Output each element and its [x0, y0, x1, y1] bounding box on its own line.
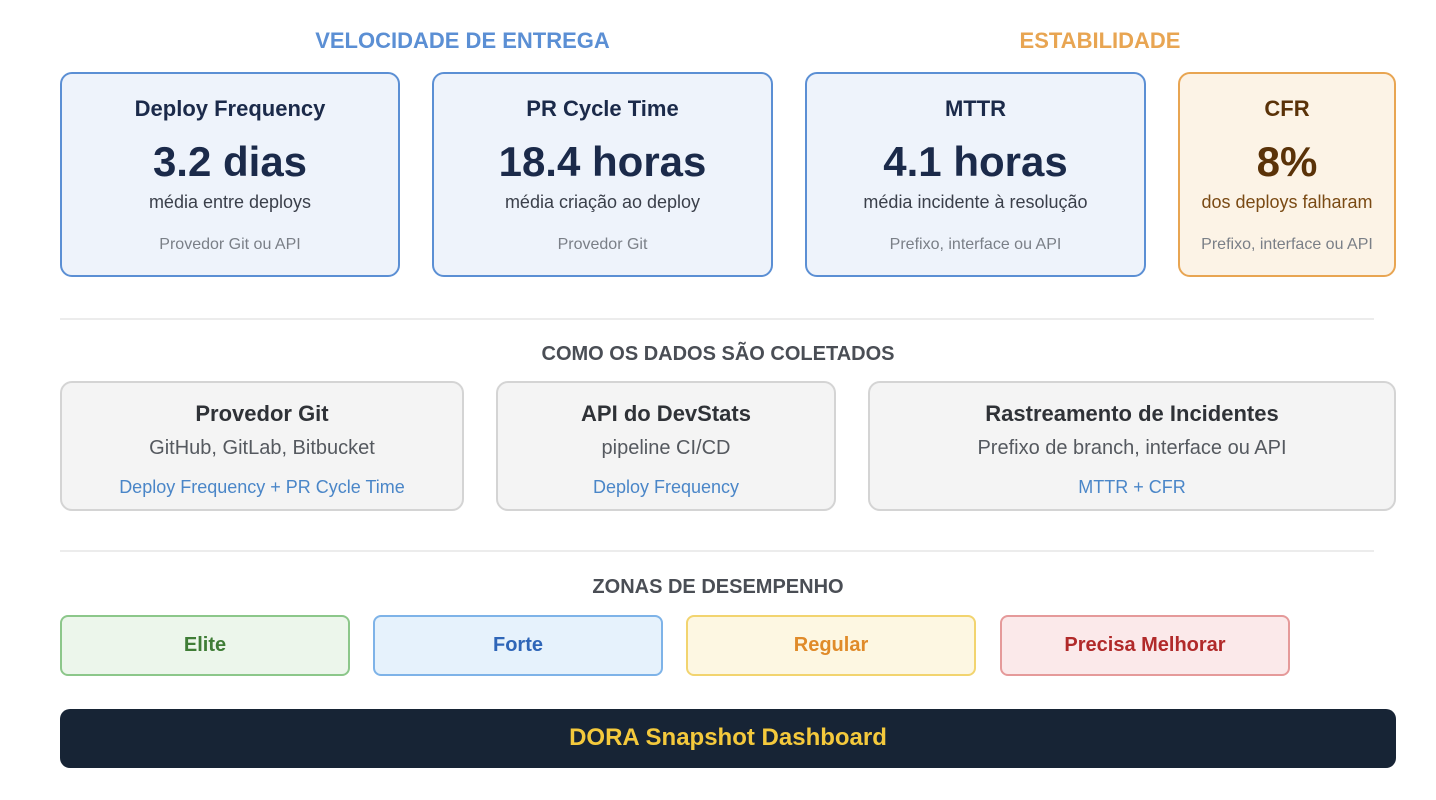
velocity-section-title: VELOCIDADE DE ENTREGA	[315, 28, 610, 53]
source-subtitle: GitHub, GitLab, Bitbucket	[149, 437, 375, 459]
metric-source: Provedor Git ou API	[159, 236, 301, 253]
metric-source: Prefixo, interface ou API	[889, 236, 1062, 253]
metric-value: 18.4 horas	[498, 138, 707, 185]
metric-card-pr-cycle-time: PR Cycle Time 18.4 horas média criação a…	[432, 72, 773, 277]
dashboard-footer-title: DORA Snapshot Dashboard	[60, 709, 1396, 768]
source-metrics: Deploy Frequency + PR Cycle Time	[119, 477, 405, 497]
source-subtitle: Prefixo de branch, interface ou API	[977, 437, 1287, 459]
metric-source: Provedor Git	[557, 236, 648, 253]
source-metrics: MTTR + CFR	[1078, 477, 1186, 497]
section-divider	[60, 318, 1374, 320]
stability-section-title: ESTABILIDADE	[1019, 28, 1181, 53]
source-title: API do DevStats	[581, 401, 751, 426]
source-title: Provedor Git	[195, 401, 329, 426]
metric-value: 4.1 horas	[883, 138, 1068, 185]
metric-subtitle: média criação ao deploy	[504, 192, 701, 212]
metric-subtitle: dos deploys falharam	[1201, 192, 1373, 212]
zone-elite: Elite	[60, 615, 350, 676]
metric-source: Prefixo, interface ou API	[1201, 236, 1373, 253]
source-box-git-provider: Provedor Git GitHub, GitLab, Bitbucket D…	[60, 381, 464, 511]
metric-card-cfr: CFR 8% dos deploys falharam Prefixo, int…	[1178, 72, 1396, 277]
metric-title: MTTR	[944, 96, 1007, 121]
metric-card-deploy-frequency: Deploy Frequency 3.2 dias média entre de…	[60, 72, 400, 277]
metric-value: 8%	[1256, 138, 1318, 185]
collection-section-title: COMO OS DADOS SÃO COLETADOS	[541, 343, 895, 365]
source-subtitle: pipeline CI/CD	[601, 437, 731, 459]
section-divider	[60, 550, 1374, 552]
metric-subtitle: média incidente à resolução	[863, 192, 1088, 212]
metric-title: Deploy Frequency	[134, 96, 326, 121]
zone-strong: Forte	[373, 615, 663, 676]
metric-card-mttr: MTTR 4.1 horas média incidente à resoluç…	[805, 72, 1146, 277]
source-metrics: Deploy Frequency	[592, 477, 740, 497]
zone-needs-improvement: Precisa Melhorar	[1000, 615, 1290, 676]
zone-regular: Regular	[686, 615, 976, 676]
source-box-incident-tracking: Rastreamento de Incidentes Prefixo de br…	[868, 381, 1396, 511]
source-box-devstats-api: API do DevStats pipeline CI/CD Deploy Fr…	[496, 381, 836, 511]
metric-title: PR Cycle Time	[526, 96, 679, 121]
zones-section-title: ZONAS DE DESEMPENHO	[592, 576, 844, 598]
metric-title: CFR	[1264, 96, 1310, 121]
metric-value: 3.2 dias	[152, 138, 308, 185]
metric-subtitle: média entre deploys	[148, 192, 312, 212]
source-title: Rastreamento de Incidentes	[985, 401, 1279, 426]
